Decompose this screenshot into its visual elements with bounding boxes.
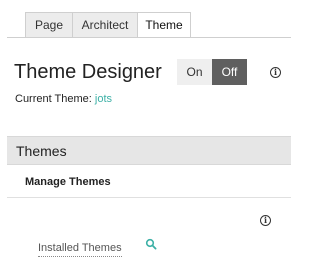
search-icon[interactable] xyxy=(145,238,157,250)
divider xyxy=(7,197,291,198)
themes-section-header: Themes xyxy=(7,136,291,165)
current-theme-link[interactable]: jots xyxy=(95,93,112,105)
toggle-on-button[interactable]: On xyxy=(177,59,212,85)
tab-theme[interactable]: Theme xyxy=(137,12,191,38)
tab-page[interactable]: Page xyxy=(25,12,72,38)
installed-themes-link[interactable]: Installed Themes xyxy=(38,242,122,257)
theme-designer-toggle[interactable]: On Off xyxy=(177,59,247,85)
tab-architect[interactable]: Architect xyxy=(72,12,137,38)
theme-designer-panel: Page Architect Theme Theme Designer On O… xyxy=(0,0,300,278)
page-title: Theme Designer xyxy=(14,61,162,83)
tab-bar: Page Architect Theme xyxy=(25,12,191,38)
tab-divider xyxy=(7,37,291,38)
current-theme-label: Current Theme: xyxy=(15,93,92,105)
themes-section-title: Themes xyxy=(16,143,67,159)
toggle-off-button[interactable]: Off xyxy=(212,59,247,85)
info-icon[interactable]: i xyxy=(260,215,271,226)
info-icon[interactable]: i xyxy=(270,67,281,78)
manage-themes-heading: Manage Themes xyxy=(25,176,111,188)
current-theme-line: Current Theme: jots xyxy=(15,93,112,105)
